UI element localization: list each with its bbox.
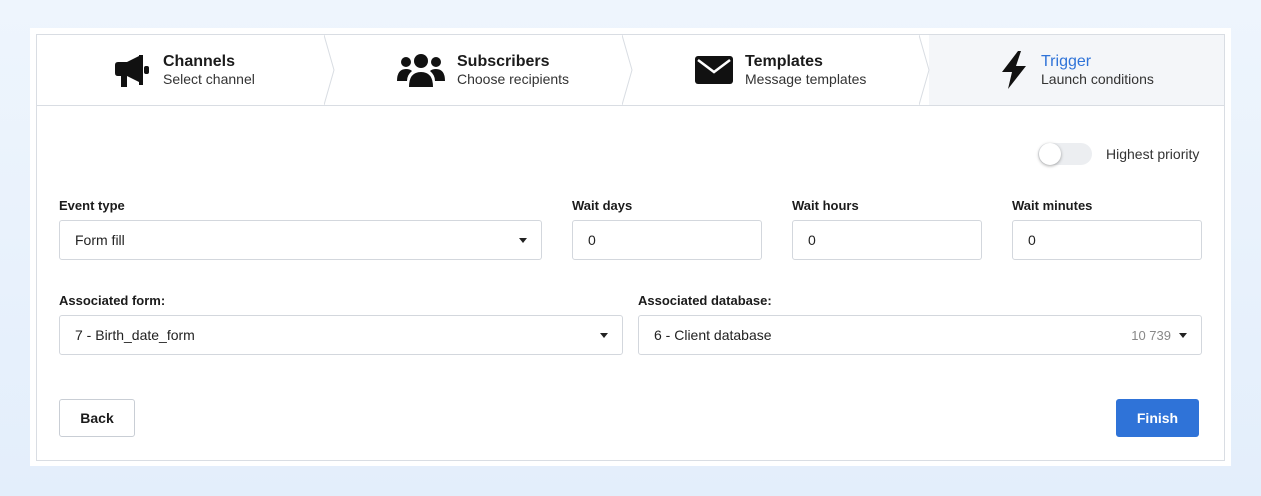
- assoc-db-select[interactable]: 6 - Client database 10 739: [638, 315, 1202, 355]
- step-separator: [919, 35, 930, 105]
- envelope-icon: [695, 54, 733, 86]
- stepper: Channels Select channel Subscribers Choo…: [37, 35, 1224, 106]
- wait-hours-value: 0: [808, 232, 816, 248]
- assoc-form-label: Associated form:: [59, 293, 166, 308]
- step-channels[interactable]: Channels Select channel: [37, 35, 335, 105]
- wait-minutes-label: Wait minutes: [1012, 198, 1093, 213]
- event-type-value: Form fill: [75, 232, 125, 248]
- megaphone-icon: [113, 51, 151, 89]
- assoc-form-select[interactable]: 7 - Birth_date_form: [59, 315, 623, 355]
- step-subtitle: Select channel: [163, 70, 255, 87]
- event-type-select[interactable]: Form fill: [59, 220, 542, 260]
- assoc-db-label: Associated database:: [638, 293, 772, 308]
- toggle-knob: [1039, 143, 1061, 165]
- lightning-icon: [999, 51, 1029, 89]
- event-type-label: Event type: [59, 198, 125, 213]
- chevron-down-icon: [600, 333, 608, 338]
- wait-hours-label: Wait hours: [792, 198, 859, 213]
- users-icon: [397, 51, 445, 89]
- step-separator: [622, 35, 633, 105]
- step-title: Templates: [745, 52, 823, 70]
- step-subscribers[interactable]: Subscribers Choose recipients: [334, 35, 633, 105]
- wait-days-label: Wait days: [572, 198, 633, 213]
- back-button[interactable]: Back: [59, 399, 135, 437]
- step-templates[interactable]: Templates Message templates: [632, 35, 930, 105]
- priority-label: Highest priority: [1106, 146, 1200, 162]
- chevron-down-icon: [519, 238, 527, 243]
- wait-days-value: 0: [588, 232, 596, 248]
- finish-button[interactable]: Finish: [1116, 399, 1199, 437]
- wait-days-input[interactable]: 0: [572, 220, 762, 260]
- step-subtitle: Message templates: [745, 70, 867, 87]
- step-title: Trigger: [1041, 52, 1092, 70]
- assoc-db-value: 6 - Client database: [654, 327, 772, 343]
- chevron-down-icon: [1179, 333, 1187, 338]
- step-separator: [324, 35, 335, 105]
- wait-minutes-input[interactable]: 0: [1012, 220, 1202, 260]
- step-title: Channels: [163, 52, 236, 70]
- wait-hours-input[interactable]: 0: [792, 220, 982, 260]
- step-title: Subscribers: [457, 52, 550, 70]
- step-subtitle: Choose recipients: [457, 70, 570, 87]
- record-count: 10 739: [1131, 328, 1171, 343]
- step-trigger[interactable]: Trigger Launch conditions: [929, 35, 1224, 105]
- priority-toggle[interactable]: [1038, 143, 1092, 165]
- step-subtitle: Launch conditions: [1041, 70, 1154, 87]
- assoc-form-value: 7 - Birth_date_form: [75, 327, 195, 343]
- wait-minutes-value: 0: [1028, 232, 1036, 248]
